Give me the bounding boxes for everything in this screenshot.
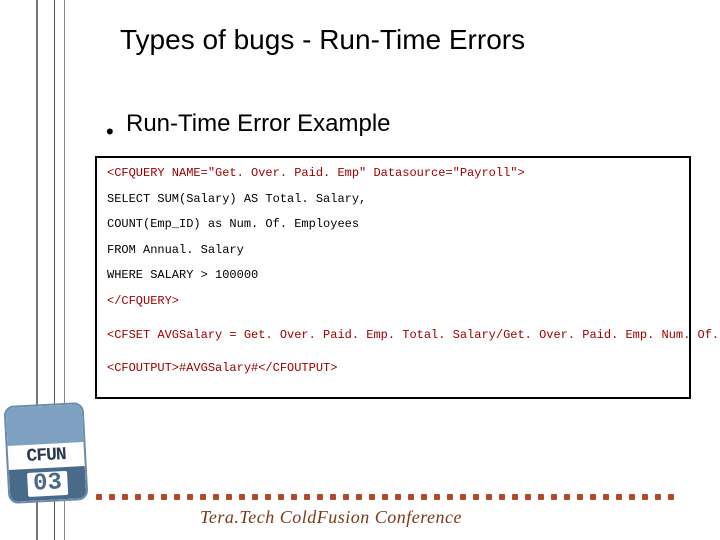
dot-icon (538, 494, 544, 500)
dot-icon (434, 494, 440, 500)
dot-icon (551, 494, 557, 500)
dot-icon (187, 494, 193, 500)
logo-card: CFUN 03 (3, 402, 88, 504)
code-line: FROM Annual. Salary (107, 243, 679, 259)
dot-icon (616, 494, 622, 500)
dot-icon (512, 494, 518, 500)
bullet-dot: • (106, 119, 114, 145)
dot-icon (109, 494, 115, 500)
dot-icon (486, 494, 492, 500)
code-line: WHERE SALARY > 100000 (107, 268, 679, 284)
conference-logo: CFUN 03 (0, 396, 96, 520)
slide-subtitle: Run-Time Error Example (126, 110, 391, 138)
dot-icon (343, 494, 349, 500)
dot-icon (655, 494, 661, 500)
dot-icon (330, 494, 336, 500)
dot-icon (317, 494, 323, 500)
dot-icon (174, 494, 180, 500)
logo-year: 03 (27, 471, 69, 497)
dot-icon (239, 494, 245, 500)
dot-icon (408, 494, 414, 500)
dot-icon (135, 494, 141, 500)
dot-icon (499, 494, 505, 500)
dot-icon (356, 494, 362, 500)
code-example-box: <CFQUERY NAME="Get. Over. Paid. Emp" Dat… (95, 156, 691, 399)
logo-bottom-band: 03 (9, 466, 87, 502)
dot-icon (265, 494, 271, 500)
slide: Types of bugs - Run-Time Errors • Run-Ti… (0, 0, 720, 540)
dot-icon (161, 494, 167, 500)
dot-icon (629, 494, 635, 500)
dot-icon (226, 494, 232, 500)
dot-icon (564, 494, 570, 500)
code-line: COUNT(Emp_ID) as Num. Of. Employees (107, 217, 679, 233)
slide-title: Types of bugs - Run-Time Errors (120, 24, 525, 56)
dot-icon (668, 494, 674, 500)
dot-icon (291, 494, 297, 500)
dot-icon (200, 494, 206, 500)
dot-icon (421, 494, 427, 500)
dot-icon (122, 494, 128, 500)
code-line: SELECT SUM(Salary) AS Total. Salary, (107, 192, 679, 208)
dot-icon (213, 494, 219, 500)
dot-icon (590, 494, 596, 500)
dot-icon (525, 494, 531, 500)
dot-icon (148, 494, 154, 500)
dot-icon (252, 494, 258, 500)
code-line: <CFSET AVGSalary = Get. Over. Paid. Emp.… (107, 328, 679, 344)
footer-dotted-rule (96, 492, 706, 502)
dot-icon (603, 494, 609, 500)
dot-icon (447, 494, 453, 500)
dot-icon (96, 494, 102, 500)
dot-icon (382, 494, 388, 500)
dot-icon (278, 494, 284, 500)
code-line: <CFQUERY NAME="Get. Over. Paid. Emp" Dat… (107, 166, 679, 182)
dot-icon (642, 494, 648, 500)
dot-icon (395, 494, 401, 500)
code-line: </CFQUERY> (107, 294, 679, 310)
logo-top-band (6, 404, 84, 446)
dot-icon (473, 494, 479, 500)
dot-icon (460, 494, 466, 500)
dot-icon (304, 494, 310, 500)
dot-icon (577, 494, 583, 500)
footer-conference-name: Tera.Tech ColdFusion Conference (200, 507, 462, 528)
code-line: <CFOUTPUT>#AVGSalary#</CFOUTPUT> (107, 361, 679, 377)
dot-icon (369, 494, 375, 500)
